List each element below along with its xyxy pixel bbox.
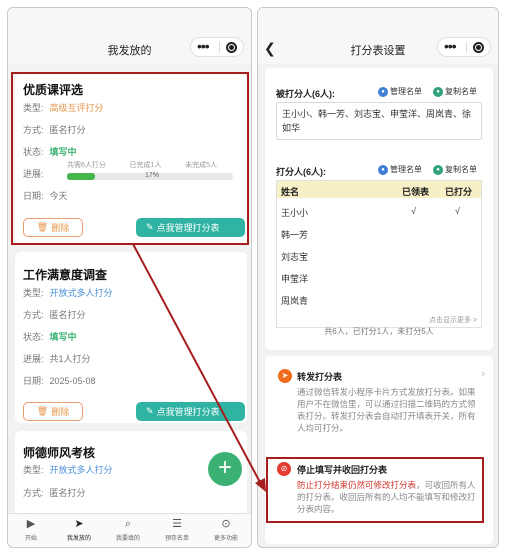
annotation-arrow <box>132 243 266 492</box>
arrow-line <box>132 243 263 487</box>
arrow-head <box>255 478 266 492</box>
